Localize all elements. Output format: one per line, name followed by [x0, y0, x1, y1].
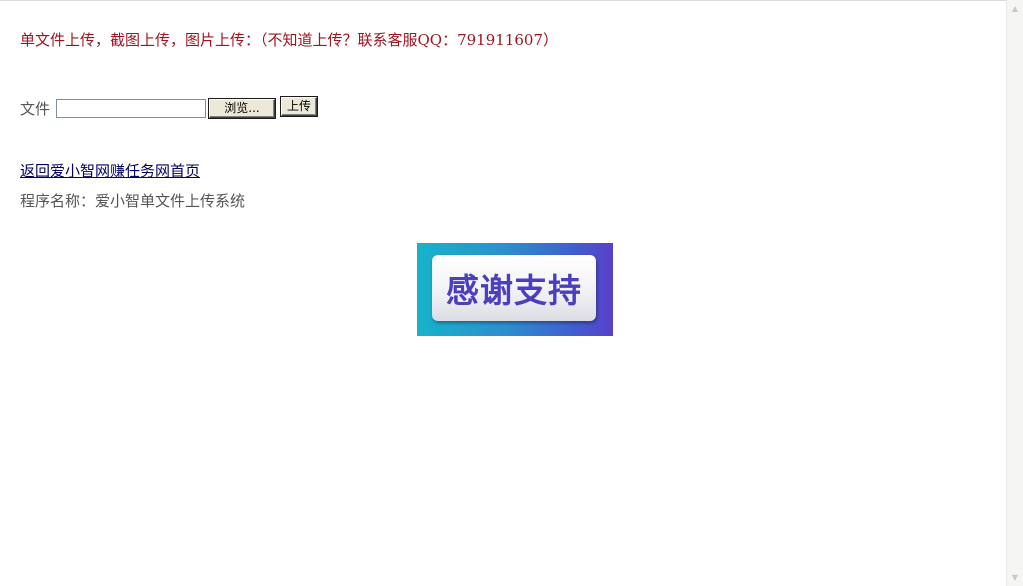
upload-button[interactable]: 上传: [281, 96, 318, 116]
thanks-banner-image: 感谢支持: [417, 243, 613, 336]
upload-notice: 单文件上传，截图上传，图片上传：（不知道上传？联系客服QQ：791911607）: [20, 31, 558, 49]
program-name: 程序名称：爱小智单文件上传系统: [20, 192, 246, 210]
page: 单文件上传，截图上传，图片上传：（不知道上传？联系客服QQ：791911607）…: [0, 0, 1023, 586]
browse-button[interactable]: 浏览...: [209, 98, 276, 118]
vertical-scrollbar[interactable]: ▲ ▼: [1006, 0, 1023, 586]
upload-form: 文件 浏览... 上传: [20, 96, 318, 119]
thanks-banner-text: 感谢支持: [446, 271, 582, 310]
file-label: 文件: [20, 99, 51, 118]
scroll-up-arrow-icon[interactable]: ▲: [1007, 0, 1023, 17]
scroll-down-arrow-icon[interactable]: ▼: [1007, 569, 1023, 586]
thanks-banner-plate: 感谢支持: [432, 255, 596, 321]
file-path-input[interactable]: [56, 98, 207, 118]
return-home-link[interactable]: 返回爱小智网赚任务网首页: [20, 160, 200, 181]
top-divider: [0, 0, 1006, 1]
